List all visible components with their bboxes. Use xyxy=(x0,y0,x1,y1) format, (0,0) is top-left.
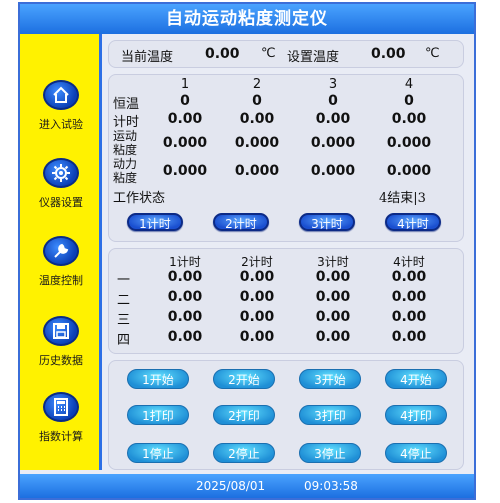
table-row-label: 二 xyxy=(117,293,131,308)
table-row-label: 三 xyxy=(117,313,131,328)
dynamic-viscosity-value: 0.000 xyxy=(310,163,356,179)
start-button-2[interactable]: 2开始 xyxy=(213,369,275,389)
table-cell: 0.00 xyxy=(391,289,427,305)
dynamic-viscosity-value: 0.000 xyxy=(386,163,432,179)
sidebar-item-label: 进入试验 xyxy=(39,118,83,131)
tools-icon xyxy=(43,236,79,266)
table-cell: 0.00 xyxy=(391,329,427,345)
home-icon xyxy=(43,80,79,110)
table-cell: 0.00 xyxy=(315,329,351,345)
device-screen: 自动运动粘度测定仪 进入试验 仪器设置 温度控制 历史数据 指数计算 当前温度 … xyxy=(18,2,476,500)
start-button-4[interactable]: 4开始 xyxy=(385,369,447,389)
table-row-label: 一 xyxy=(117,273,131,288)
print-button-3[interactable]: 3打印 xyxy=(299,405,361,425)
sidebar-item-index-calculation[interactable]: 指数计算 xyxy=(20,392,102,444)
sidebar-item-instrument-settings[interactable]: 仪器设置 xyxy=(20,158,102,210)
print-button-2[interactable]: 2打印 xyxy=(213,405,275,425)
print-button-4[interactable]: 4打印 xyxy=(385,405,447,425)
timing-value: 0.00 xyxy=(315,111,351,127)
table-cell: 0.00 xyxy=(239,289,275,305)
constant-temp-value: 0 xyxy=(252,93,262,109)
table-row-label: 四 xyxy=(117,333,131,348)
current-temperature-label: 当前温度 xyxy=(121,50,174,65)
stop-button-3[interactable]: 3停止 xyxy=(299,443,361,463)
set-temperature-value[interactable]: 0.00 xyxy=(371,46,406,62)
main-panel: 当前温度 0.00 ℃ 设置温度 0.00 ℃ 1 2 3 4 恒温 0 0 0… xyxy=(108,38,470,470)
timing-table-header: 3计时 xyxy=(317,255,349,269)
table-cell: 0.00 xyxy=(239,309,275,325)
constant-temp-label: 恒温 xyxy=(113,97,140,112)
dynamic-viscosity-label-line2: 粘度 xyxy=(113,171,138,185)
timer-button-3[interactable]: 3计时 xyxy=(299,213,355,231)
table-cell: 0.00 xyxy=(167,269,203,285)
sidebar-item-history-data[interactable]: 历史数据 xyxy=(20,316,102,368)
channel-status-panel: 1 2 3 4 恒温 0 0 0 0 计时 0.00 0.00 0.00 0.0… xyxy=(108,74,464,242)
calculator-icon xyxy=(43,392,79,422)
table-cell: 0.00 xyxy=(239,269,275,285)
constant-temp-value: 0 xyxy=(180,93,190,109)
print-button-1[interactable]: 1打印 xyxy=(127,405,189,425)
kinematic-viscosity-value: 0.000 xyxy=(310,135,356,151)
temperature-panel: 当前温度 0.00 ℃ 设置温度 0.00 ℃ xyxy=(108,40,464,68)
timing-table-header: 2计时 xyxy=(241,255,273,269)
sidebar-item-label: 仪器设置 xyxy=(39,196,83,209)
app-title: 自动运动粘度测定仪 xyxy=(20,4,474,34)
kinematic-viscosity-value: 0.000 xyxy=(162,135,208,151)
stop-button-2[interactable]: 2停止 xyxy=(213,443,275,463)
sidebar-item-label: 指数计算 xyxy=(39,430,83,443)
sidebar-item-temperature-control[interactable]: 温度控制 xyxy=(20,236,102,288)
timing-table-header: 1计时 xyxy=(169,255,201,269)
table-cell: 0.00 xyxy=(167,329,203,345)
channel-header: 1 xyxy=(180,77,190,92)
kinematic-viscosity-value: 0.000 xyxy=(386,135,432,151)
stop-button-4[interactable]: 4停止 xyxy=(385,443,447,463)
status-date: 2025/08/01 xyxy=(196,479,266,493)
sidebar-item-label: 历史数据 xyxy=(39,354,83,367)
table-cell: 0.00 xyxy=(315,309,351,325)
kinematic-viscosity-value: 0.000 xyxy=(234,135,280,151)
constant-temp-value: 0 xyxy=(404,93,414,109)
timing-table-header: 4计时 xyxy=(393,255,425,269)
table-cell: 0.00 xyxy=(315,269,351,285)
start-button-1[interactable]: 1开始 xyxy=(127,369,189,389)
dynamic-viscosity-value: 0.000 xyxy=(162,163,208,179)
current-temperature-unit: ℃ xyxy=(261,46,276,61)
sidebar-item-enter-test[interactable]: 进入试验 xyxy=(20,80,102,132)
status-bar: 2025/08/01 09:03:58 xyxy=(20,474,474,498)
gear-icon xyxy=(43,158,79,188)
timing-value: 0.00 xyxy=(391,111,427,127)
timer-button-2[interactable]: 2计时 xyxy=(213,213,269,231)
constant-temp-value: 0 xyxy=(328,93,338,109)
set-temperature-label: 设置温度 xyxy=(287,50,340,65)
table-cell: 0.00 xyxy=(167,309,203,325)
channel-header: 4 xyxy=(404,77,414,92)
table-cell: 0.00 xyxy=(391,269,427,285)
dynamic-viscosity-value: 0.000 xyxy=(234,163,280,179)
timing-value: 0.00 xyxy=(167,111,203,127)
save-icon xyxy=(43,316,79,346)
set-temperature-unit: ℃ xyxy=(425,46,440,61)
stop-button-1[interactable]: 1停止 xyxy=(127,443,189,463)
work-status-value: 4结束|3 xyxy=(379,191,426,206)
work-status-label: 工作状态 xyxy=(113,191,166,206)
control-buttons-panel: 1开始 2开始 3开始 4开始 1打印 2打印 3打印 4打印 1停止 2停止 … xyxy=(108,360,464,470)
table-cell: 0.00 xyxy=(315,289,351,305)
status-time: 09:03:58 xyxy=(304,479,358,493)
table-cell: 0.00 xyxy=(167,289,203,305)
current-temperature-value: 0.00 xyxy=(205,46,240,62)
sidebar: 进入试验 仪器设置 温度控制 历史数据 指数计算 xyxy=(20,34,102,470)
table-cell: 0.00 xyxy=(239,329,275,345)
timer-button-1[interactable]: 1计时 xyxy=(127,213,183,231)
channel-header: 2 xyxy=(252,77,262,92)
start-button-3[interactable]: 3开始 xyxy=(299,369,361,389)
timing-table: 1计时 2计时 3计时 4计时 一 0.00 0.00 0.00 0.00 二 … xyxy=(108,248,464,354)
timing-value: 0.00 xyxy=(239,111,275,127)
channel-header: 3 xyxy=(328,77,338,92)
timer-button-4[interactable]: 4计时 xyxy=(385,213,441,231)
sidebar-item-label: 温度控制 xyxy=(39,274,83,287)
table-cell: 0.00 xyxy=(391,309,427,325)
